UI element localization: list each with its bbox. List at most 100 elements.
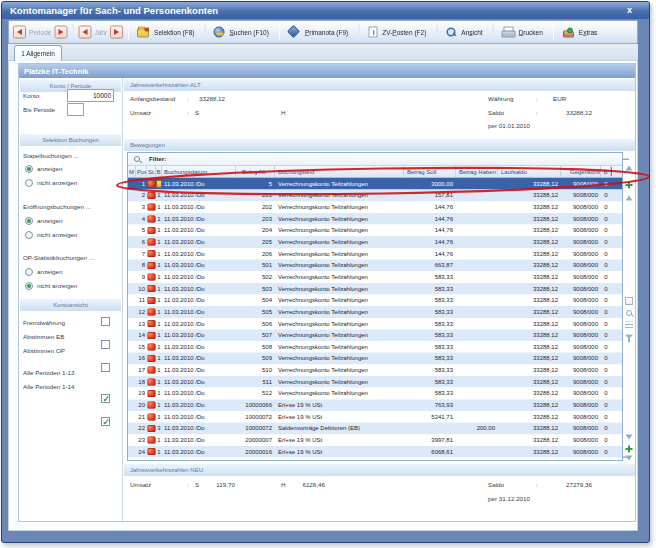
printer-icon (502, 27, 514, 38)
list-button[interactable] (624, 320, 634, 330)
radio-option[interactable]: anzeigen (25, 216, 62, 226)
close-button[interactable]: x (627, 2, 632, 18)
periode-next-button[interactable] (54, 26, 67, 39)
scroll-down-button[interactable] (624, 432, 634, 442)
col-header-betrag-soll[interactable]: Betrag Soll (404, 166, 456, 177)
title-bar: Kontomanager für Sach- und Personenkonte… (2, 2, 649, 19)
table-row[interactable]: 5 1 11.03.2010 /Do 204 Verrechnungskonto… (128, 225, 622, 237)
radio-icon[interactable] (25, 231, 33, 239)
table-row[interactable]: 11 1 11.03.2010 /Do 504 Verrechnungskont… (128, 294, 622, 306)
ansicht-button[interactable]: Ansicht (441, 22, 488, 42)
col-header-buchungstext[interactable]: Buchungstext (275, 166, 404, 177)
table-row[interactable]: 24 1 11.03.2010 /Do 20000016 Erl+se 19 %… (128, 446, 622, 458)
radio-option[interactable]: nicht anzeigen (25, 281, 77, 291)
table-row[interactable]: 18 1 11.03.2010 /Do 511 Verrechnungskont… (128, 376, 622, 388)
column-chooser-button[interactable] (611, 166, 622, 177)
saldo-alt-label: Saldo (488, 108, 504, 118)
table-row[interactable]: 19 1 11.03.2010 /Do 512 Verrechnungskont… (128, 388, 622, 400)
screen: Kontomanager für Sach- und Personenkonte… (0, 0, 656, 548)
col-header-pos[interactable]: Pos.▾ (136, 166, 147, 177)
col-header-laufsaldo[interactable]: Laufsaldo (498, 166, 561, 177)
alle-perioden-14-checkbox[interactable] (101, 417, 110, 426)
search-icon (214, 27, 225, 38)
abstimmen-eb-checkbox[interactable] (101, 340, 110, 349)
waehrung-label: Währung (488, 94, 513, 104)
selektion-button[interactable]: Selektion (F8) (133, 22, 200, 42)
filter-button[interactable] (624, 332, 634, 342)
scroll-bottom-button[interactable] (624, 453, 634, 463)
booking-stamp-icon (148, 448, 156, 455)
fremdwaehrung-checkbox[interactable] (101, 317, 110, 326)
col-header-gegenkonto[interactable]: Gegenkonto (561, 166, 601, 177)
saldo-neu-label: Saldo (488, 480, 504, 490)
booking-stamp-icon (148, 239, 156, 246)
booking-stamp-icon (148, 437, 156, 444)
scroll-top-button[interactable] (624, 163, 634, 173)
radio-option[interactable]: anzeigen (25, 164, 62, 174)
table-row[interactable]: 4 1 11.03.2010 /Do 203 Verrechnungskonto… (128, 213, 622, 225)
bis-periode-input[interactable] (67, 103, 84, 116)
col-header-beleg-nr[interactable]: Beleg-Nr. (236, 166, 275, 177)
col-header-buchungsdatum[interactable]: Buchungsdatum (162, 166, 236, 177)
table-row[interactable]: 10 1 11.03.2010 /Do 503 Verrechnungskont… (128, 283, 622, 295)
alle-perioden-13-checkbox[interactable] (101, 394, 110, 403)
table-row[interactable]: 2 1 11.03.2010 /Do 201 Verrechnungskonto… (128, 190, 622, 202)
booking-stamp-icon (148, 297, 156, 304)
panel-divider (122, 78, 123, 521)
radio-icon[interactable] (25, 179, 33, 187)
radio-icon[interactable] (25, 217, 33, 225)
zoom-button[interactable] (624, 308, 634, 318)
radio-icon[interactable] (25, 268, 33, 276)
table-row[interactable]: 12 1 11.03.2010 /Do 505 Verrechnungskont… (128, 306, 622, 318)
grid-filter-row[interactable]: Filter: (128, 153, 622, 166)
table-row[interactable]: 16 1 11.03.2010 /Do 509 Verrechnungskont… (128, 353, 622, 365)
col-header-betrag-haben[interactable]: Betrag Haben (456, 166, 498, 177)
booking-stamp-icon (148, 285, 156, 292)
extras-button[interactable]: Extras (558, 22, 603, 42)
col-header-m[interactable]: M (128, 166, 136, 177)
scroll-up-button[interactable] (624, 193, 634, 203)
table-row[interactable]: 20 1 11.03.2010 /Do 10000066 Erl+se 19 %… (128, 399, 622, 411)
table-row[interactable]: 6 1 11.03.2010 /Do 205 Verrechnungskonto… (128, 236, 622, 248)
table-row[interactable]: 8 1 11.03.2010 /Do 501 Verrechnungskonto… (128, 260, 622, 272)
konto-input[interactable]: 10000 (67, 89, 114, 102)
table-row[interactable]: 13 1 11.03.2010 /Do 506 Verrechnungskont… (128, 318, 622, 330)
radio-option[interactable]: anzeigen (25, 267, 62, 277)
add-row-button[interactable] (624, 180, 634, 190)
abstimmen-op-checkbox[interactable] (101, 363, 110, 372)
table-row[interactable]: 3 1 11.03.2010 /Do 202 Verrechnungskonto… (128, 201, 622, 213)
col-header-st[interactable]: St. (147, 166, 156, 177)
tab-allgemein[interactable]: 1 Allgemein (14, 45, 62, 61)
table-row[interactable]: 23 1 11.03.2010 /Do 20000007 Erl+se 19 %… (128, 434, 622, 446)
table-row[interactable]: 22 3 11.03.2010 /Do 10000072 Saldenvortr… (128, 423, 622, 435)
primanota-icon (288, 26, 300, 38)
table-row[interactable]: 7 1 11.03.2010 /Do 206 Verrechnungskonto… (128, 248, 622, 260)
main-toolbar: Periode Jahr Selektion (F8) Suchen (F10)… (8, 20, 638, 44)
primanota-button[interactable]: Primanota (F9) (284, 22, 354, 42)
drucken-button[interactable]: Drucken (498, 22, 549, 42)
toolbar-separator (553, 24, 554, 41)
table-row[interactable]: 21 1 11.03.2010 /Do 10000072 Erl+se 19 %… (128, 411, 622, 423)
umsatz-alt-label: Umsatz (130, 108, 151, 118)
grid-view-button[interactable] (624, 296, 634, 306)
table-row[interactable]: 1 11.03.2010 /Do 5 Verrechnungskonto Tei… (128, 178, 622, 190)
suchen-button[interactable]: Suchen (F10) (210, 22, 275, 42)
col-header-b2[interactable]: B (601, 166, 611, 177)
jahr-next-button[interactable] (110, 26, 123, 39)
table-row[interactable]: 15 1 11.03.2010 /Do 508 Verrechnungskont… (128, 341, 622, 353)
radio-option[interactable]: nicht anzeigen (25, 178, 77, 188)
zv-posten-button[interactable]: ZV-Posten (F2) (363, 22, 432, 42)
booking-stamp-icon (148, 367, 156, 374)
periode-prev-button[interactable] (13, 26, 26, 39)
jahr-prev-button[interactable] (78, 26, 91, 39)
radio-icon[interactable] (25, 165, 33, 173)
tab-strip (8, 44, 638, 60)
table-row[interactable]: 14 1 11.03.2010 /Do 507 Verrechnungskont… (128, 329, 622, 341)
radio-option[interactable]: nicht anzeigen (25, 230, 77, 240)
toolbar-separator (493, 24, 494, 41)
radio-icon[interactable] (25, 282, 33, 290)
booking-stamp-icon (148, 204, 156, 211)
arrow-right-icon (58, 29, 63, 35)
table-row[interactable]: 17 1 11.03.2010 /Do 510 Verrechnungskont… (128, 364, 622, 376)
table-row[interactable]: 9 1 11.03.2010 /Do 502 Verrechnungskonto… (128, 271, 622, 283)
